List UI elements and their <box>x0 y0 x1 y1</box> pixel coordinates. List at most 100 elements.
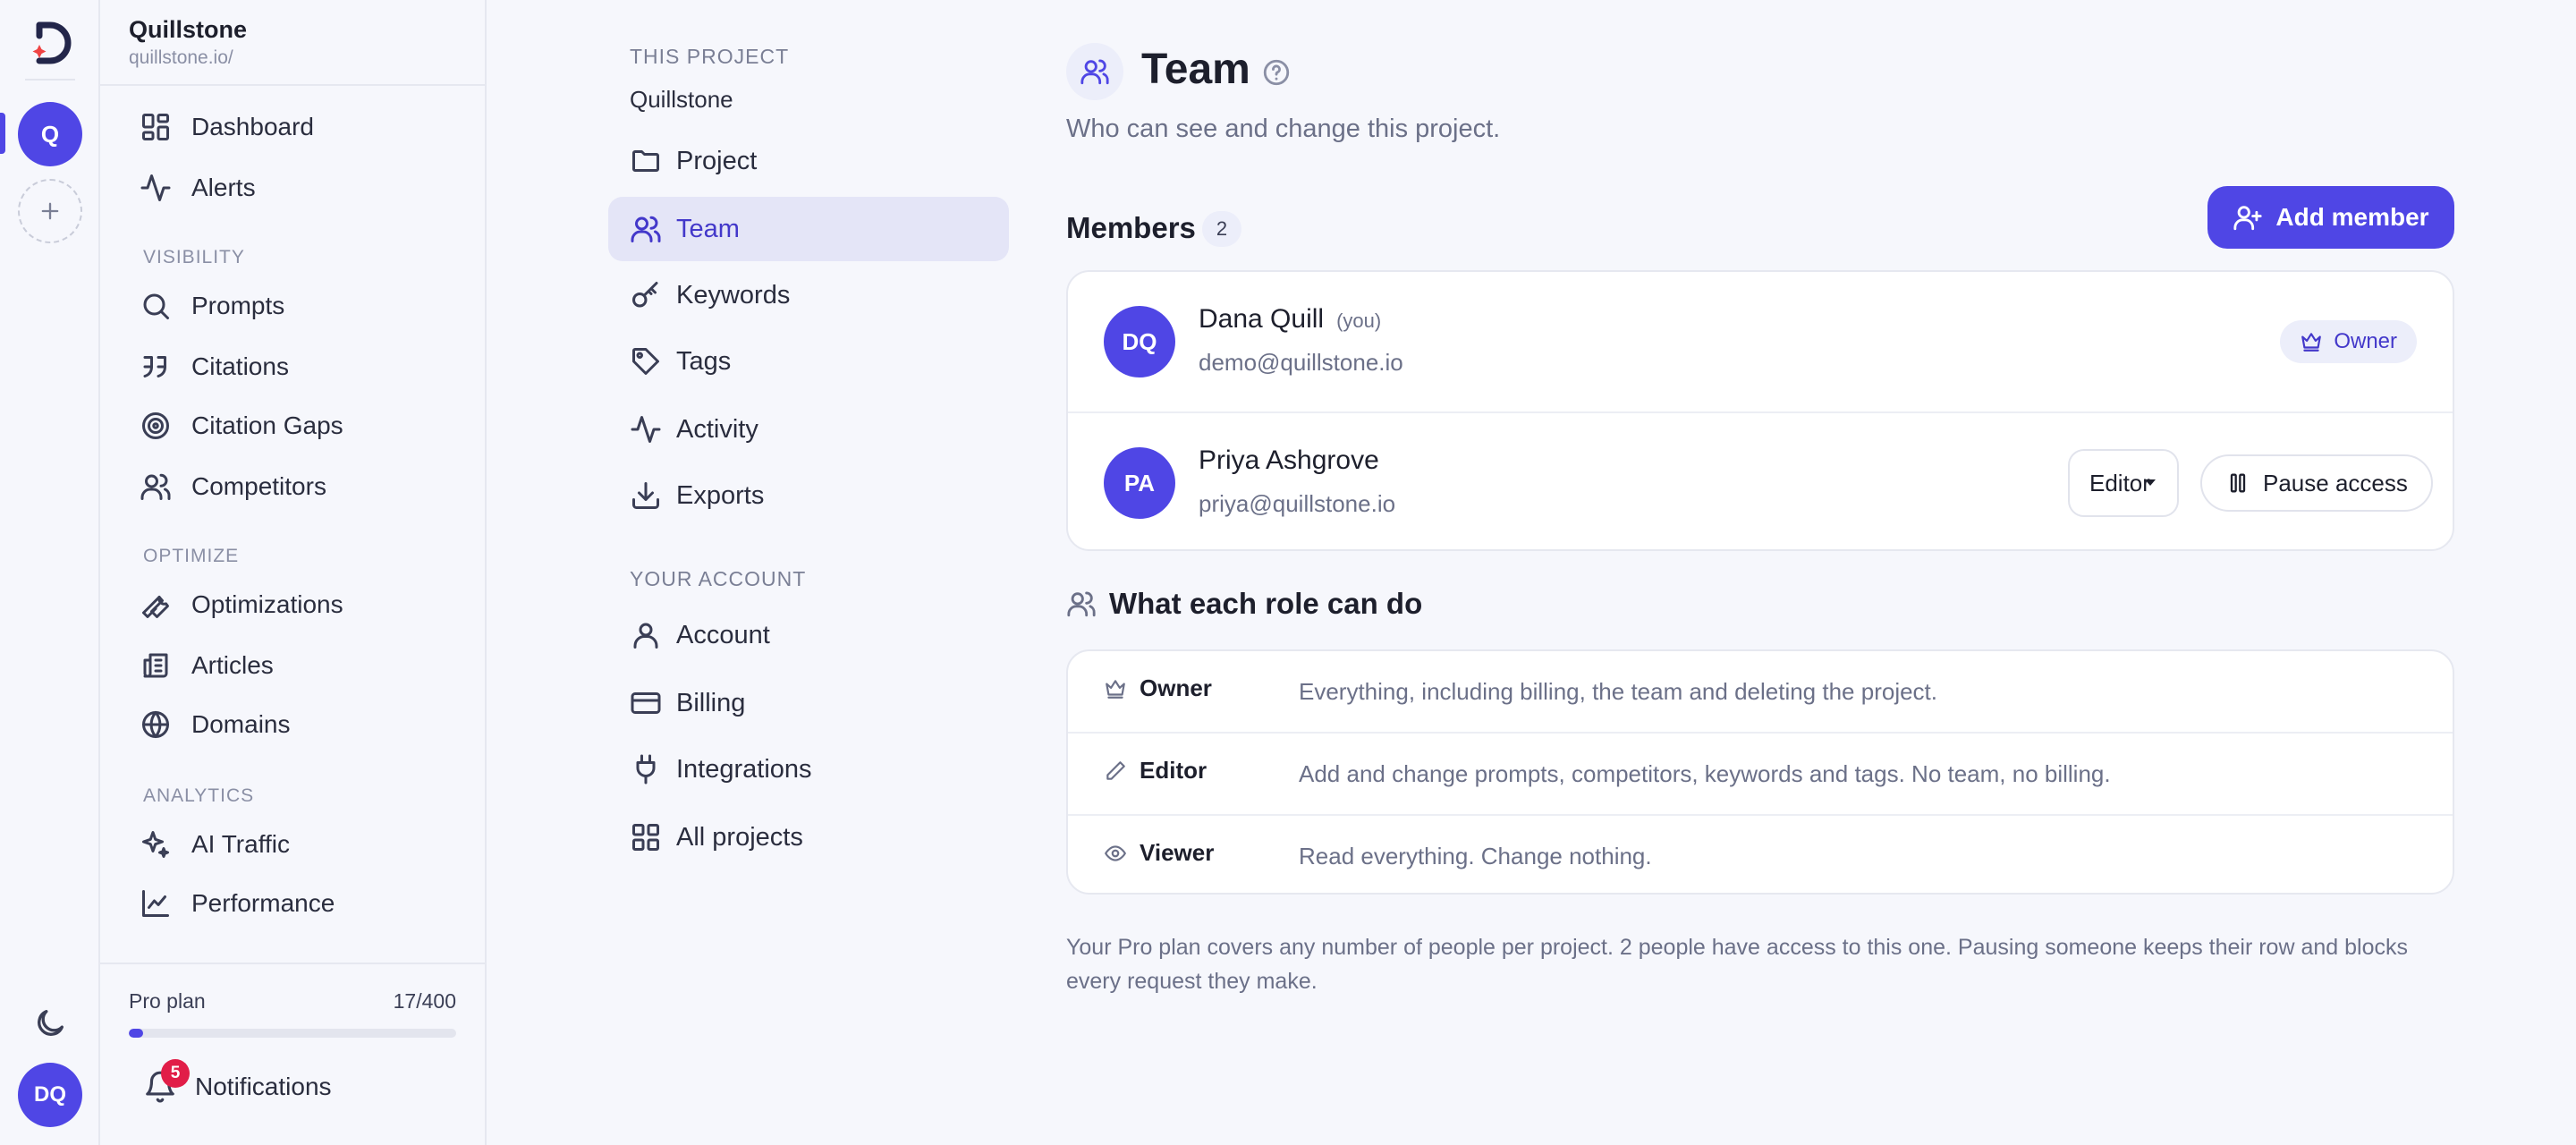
plan-footnote: Your Pro plan covers any number of peopl… <box>1066 935 2408 994</box>
sparkles-icon <box>142 831 169 858</box>
workspace-rail: Q DQ <box>0 0 100 1145</box>
settings-nav-label: Keywords <box>676 280 791 310</box>
sidebar-item-label: Alerts <box>191 174 256 201</box>
role-description: Everything, including billing, the team … <box>1299 678 1937 705</box>
crown-icon <box>2301 333 2322 352</box>
users-icon <box>140 473 171 500</box>
sidebar-item-citations[interactable]: Citations <box>140 342 462 392</box>
pause-access-button[interactable]: Pause access <box>2200 454 2433 512</box>
member-row: DQ Dana Quill (you) demo@quillstone.io Ow… <box>1068 272 2453 411</box>
member-avatar: PA <box>1104 447 1175 519</box>
member-row: PA Priya Ashgrove priya@quillstone.io Ed… <box>1068 411 2453 549</box>
plug-icon <box>636 754 656 785</box>
help-circle-icon[interactable] <box>1261 57 1292 88</box>
activity-icon <box>140 174 171 201</box>
role-description: Add and change prompts, competitors, key… <box>1299 760 2111 787</box>
sidebar-item-citation-gaps[interactable]: Citation Gaps <box>140 401 462 451</box>
settings-project-name: Quillstone <box>630 86 733 113</box>
member-email: priya@quillstone.io <box>1199 490 1396 517</box>
sidebar-section-optimize: OPTIMIZE <box>143 546 240 566</box>
owner-role-badge: Owner <box>2280 320 2417 363</box>
search-icon <box>143 293 169 319</box>
globe-icon <box>142 711 169 738</box>
role-name-text: Editor <box>1140 757 1208 784</box>
sidebar-item-articles[interactable]: Articles <box>140 640 462 691</box>
add-project-button[interactable] <box>18 179 82 243</box>
sidebar-divider <box>100 84 485 86</box>
project-switch-quillstone[interactable]: Q <box>18 102 82 166</box>
settings-nav-team[interactable]: Team <box>608 197 1009 261</box>
sidebar-item-dashboard[interactable]: Dashboard <box>140 102 462 152</box>
dashboard-icon <box>142 114 169 140</box>
activity-icon <box>631 416 661 443</box>
sidebar-item-ai-traffic[interactable]: AI Traffic <box>140 819 462 869</box>
role-name: Owner <box>1104 674 1212 702</box>
owner-role-label: Owner <box>2334 329 2397 353</box>
settings-section-this-project: THIS PROJECT <box>630 45 790 68</box>
settings-nav-activity[interactable]: Activity <box>608 397 1009 462</box>
pause-icon <box>2230 473 2246 493</box>
member-role-select[interactable]: Editor <box>2068 449 2179 517</box>
member-name: Dana Quill (you) <box>1199 304 1381 335</box>
roles-heading-text: What each role can do <box>1109 587 1423 620</box>
member-name-text: Dana Quill <box>1199 304 1325 334</box>
tag-icon <box>632 348 659 375</box>
sidebar-item-label: Articles <box>191 651 274 679</box>
main-sidebar: Quillstone quillstone.io/ Dashboard Aler… <box>100 0 487 1145</box>
settings-nav-exports[interactable]: Exports <box>608 463 1009 528</box>
page-title: Team <box>1141 46 1250 93</box>
team-header-icon <box>1066 43 1123 100</box>
project-header[interactable]: Quillstone quillstone.io/ <box>129 16 247 69</box>
members-count-badge: 2 <box>1202 211 1241 247</box>
settings-nav-project[interactable]: Project <box>608 129 1009 193</box>
user-icon <box>633 623 658 649</box>
theme-toggle-moon-icon[interactable] <box>32 1005 68 1041</box>
key-icon <box>632 282 658 308</box>
sidebar-item-label: Optimizations <box>191 590 343 618</box>
app-logo-icon[interactable] <box>25 18 75 68</box>
plus-icon <box>41 202 59 220</box>
sidebar-item-label: AI Traffic <box>191 830 290 858</box>
user-avatar[interactable]: DQ <box>18 1063 82 1127</box>
sidebar-item-label: Prompts <box>191 292 285 319</box>
page-subtitle: Who can see and change this project. <box>1066 114 1501 143</box>
chevron-down-icon <box>2145 479 2156 486</box>
role-select-value: Editor <box>2089 469 2150 496</box>
grid-icon <box>632 824 659 851</box>
settings-nav-keywords[interactable]: Keywords <box>608 263 1009 327</box>
sidebar-item-prompts[interactable]: Prompts <box>140 281 462 331</box>
sidebar-item-alerts[interactable]: Alerts <box>140 163 462 213</box>
plan-usage-count: 17/400 <box>393 989 456 1013</box>
add-member-button[interactable]: Add member <box>2207 186 2454 249</box>
member-avatar: DQ <box>1104 306 1175 377</box>
settings-nav-label: All projects <box>676 822 803 852</box>
notifications-button[interactable]: 5 Notifications <box>143 1059 332 1104</box>
members-heading: Members <box>1066 211 1196 244</box>
notifications-label: Notifications <box>195 1073 332 1100</box>
quote-icon <box>143 356 166 377</box>
role-row: Viewer Read everything. Change nothing. <box>1068 814 2453 893</box>
settings-nav-label: Account <box>676 620 770 649</box>
eye-icon <box>1105 844 1126 861</box>
sidebar-divider <box>100 963 485 964</box>
settings-nav-integrations[interactable]: Integrations <box>608 737 1009 802</box>
sidebar-item-domains[interactable]: Domains <box>140 700 462 750</box>
download-icon <box>632 482 659 509</box>
member-email: demo@quillstone.io <box>1199 349 1403 376</box>
settings-nav-tags[interactable]: Tags <box>608 329 1009 394</box>
plan-usage-bar <box>129 1029 456 1038</box>
role-name: Viewer <box>1104 839 1214 867</box>
you-label: (you) <box>1336 310 1382 332</box>
target-icon <box>142 412 169 439</box>
settings-nav-billing[interactable]: Billing <box>608 671 1009 735</box>
sidebar-item-performance[interactable]: Performance <box>140 878 462 929</box>
plan-usage-fill <box>129 1029 143 1038</box>
sidebar-item-optimizations[interactable]: Optimizations <box>140 580 462 630</box>
folder-icon <box>632 150 659 172</box>
settings-nav-all-projects[interactable]: All projects <box>608 805 1009 869</box>
roles-card: Owner Everything, including billing, the… <box>1066 649 2454 895</box>
sidebar-item-competitors[interactable]: Competitors <box>140 462 462 512</box>
add-member-label: Add member <box>2275 203 2429 231</box>
settings-nav-account[interactable]: Account <box>608 603 1009 667</box>
sidebar-item-label: Citation Gaps <box>191 411 343 439</box>
